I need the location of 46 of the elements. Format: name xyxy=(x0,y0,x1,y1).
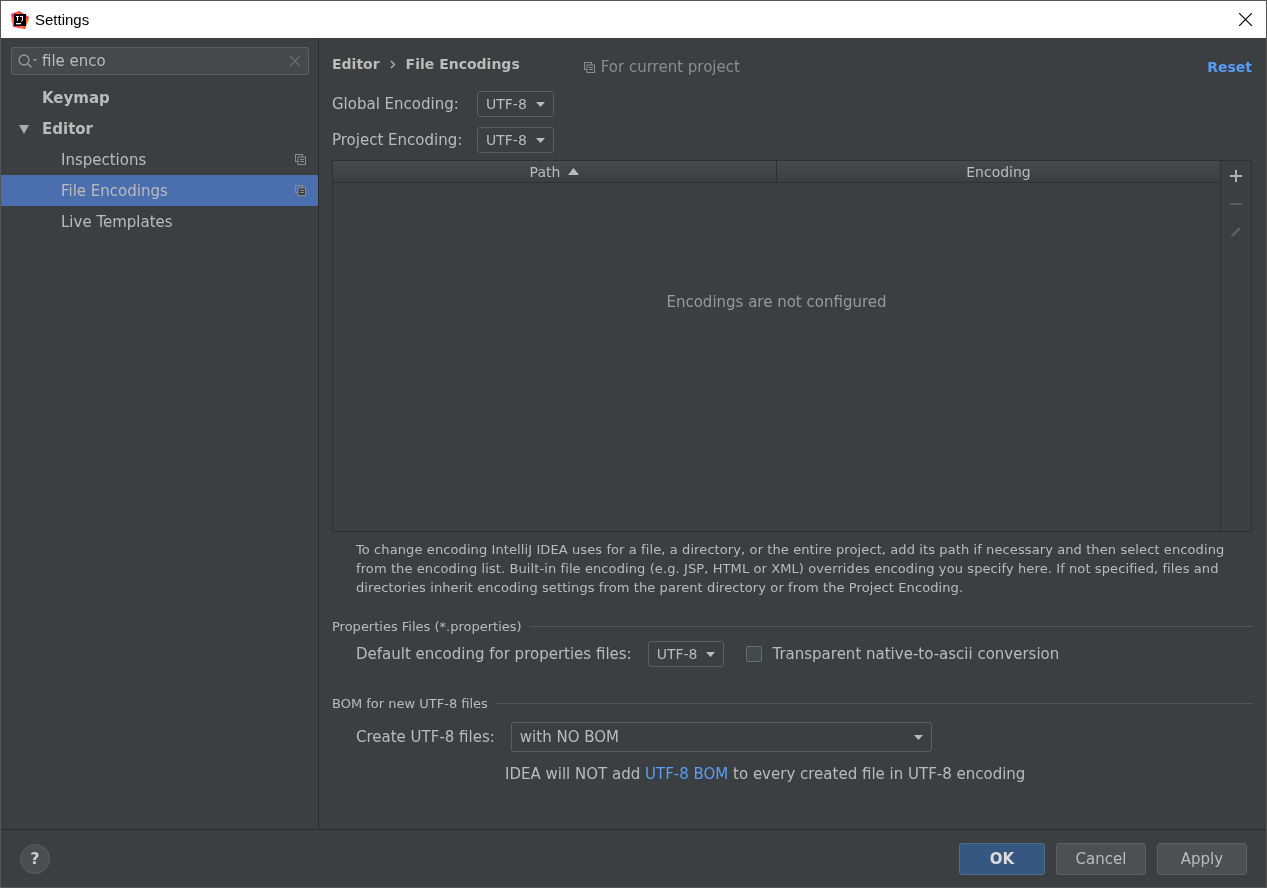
search-field[interactable]: file enco xyxy=(11,47,309,75)
section-title: Properties Files (*.properties) xyxy=(332,619,522,634)
reset-link[interactable]: Reset xyxy=(1207,59,1252,75)
section-title: BOM for new UTF-8 files xyxy=(332,696,488,711)
search-icon xyxy=(18,53,38,69)
dropdown-arrow-icon xyxy=(535,101,545,107)
search-input[interactable]: file enco xyxy=(42,52,286,70)
app-logo-icon xyxy=(11,10,29,29)
dropdown-arrow-icon xyxy=(535,137,545,143)
help-button[interactable]: ? xyxy=(20,843,50,874)
close-icon[interactable] xyxy=(1239,13,1252,26)
dialog-button[interactable]: Apply xyxy=(1157,842,1247,875)
breadcrumb-item: File Encodings xyxy=(405,56,520,72)
tree-item[interactable]: File Encodings xyxy=(1,175,318,206)
window-title: Settings xyxy=(35,11,90,28)
dropdown-arrow-icon xyxy=(913,734,923,740)
tree-item[interactable]: Editor xyxy=(1,113,318,144)
breadcrumb-item: Editor xyxy=(332,56,380,72)
field-label: Create UTF-8 files: xyxy=(356,728,495,746)
clear-icon[interactable] xyxy=(290,56,300,66)
expand-arrow-icon[interactable] xyxy=(19,123,29,134)
field-label: Default encoding for properties files: xyxy=(356,645,632,663)
dialog-button[interactable]: Cancel xyxy=(1056,842,1146,875)
project-scope-icon xyxy=(583,61,595,73)
scope-label: For current project xyxy=(600,58,740,76)
encoding-dropdown[interactable]: with NO BOM xyxy=(510,722,932,752)
tree-item[interactable]: Keymap xyxy=(1,82,318,113)
add-icon[interactable] xyxy=(1229,169,1243,183)
utf8-bom-link[interactable]: UTF-8 BOM xyxy=(645,765,729,783)
checkbox-label: Transparent native-to-ascii conversion xyxy=(772,645,1060,663)
column-header[interactable]: Path xyxy=(333,161,777,182)
encoding-dropdown[interactable]: UTF-8 xyxy=(647,641,725,667)
checkbox[interactable] xyxy=(746,646,763,662)
tree-item[interactable]: Inspections xyxy=(1,144,318,175)
field-label: Global Encoding: xyxy=(332,95,460,113)
encoding-dropdown[interactable]: UTF-8 xyxy=(477,91,554,117)
bom-note: IDEA will NOT add UTF-8 BOM to every created file in UTF-8 encoding xyxy=(505,765,1027,783)
column-header[interactable]: Encoding xyxy=(777,161,1220,182)
field-label: Project Encoding: xyxy=(332,131,464,149)
ok-button[interactable]: OK xyxy=(959,842,1045,875)
chevron-icon xyxy=(389,59,396,69)
encoding-dropdown[interactable]: UTF-8 xyxy=(477,127,554,153)
tree-item[interactable]: Live Templates xyxy=(1,206,318,237)
dropdown-arrow-icon xyxy=(706,651,716,657)
help-text: To change encoding IntelliJ IDEA uses for a file, a directory, or the entire project, add its path if necessary and then select encoding from the encoding list. Built-in file encoding (e.g. JSP, HTML or XML) overrides encoding you specify here. If not specified, files and directories inherit encoding settings from the parent directory or from the Project Encoding. xyxy=(356,541,1226,597)
empty-table-text: Encodings are not configured xyxy=(666,293,887,311)
